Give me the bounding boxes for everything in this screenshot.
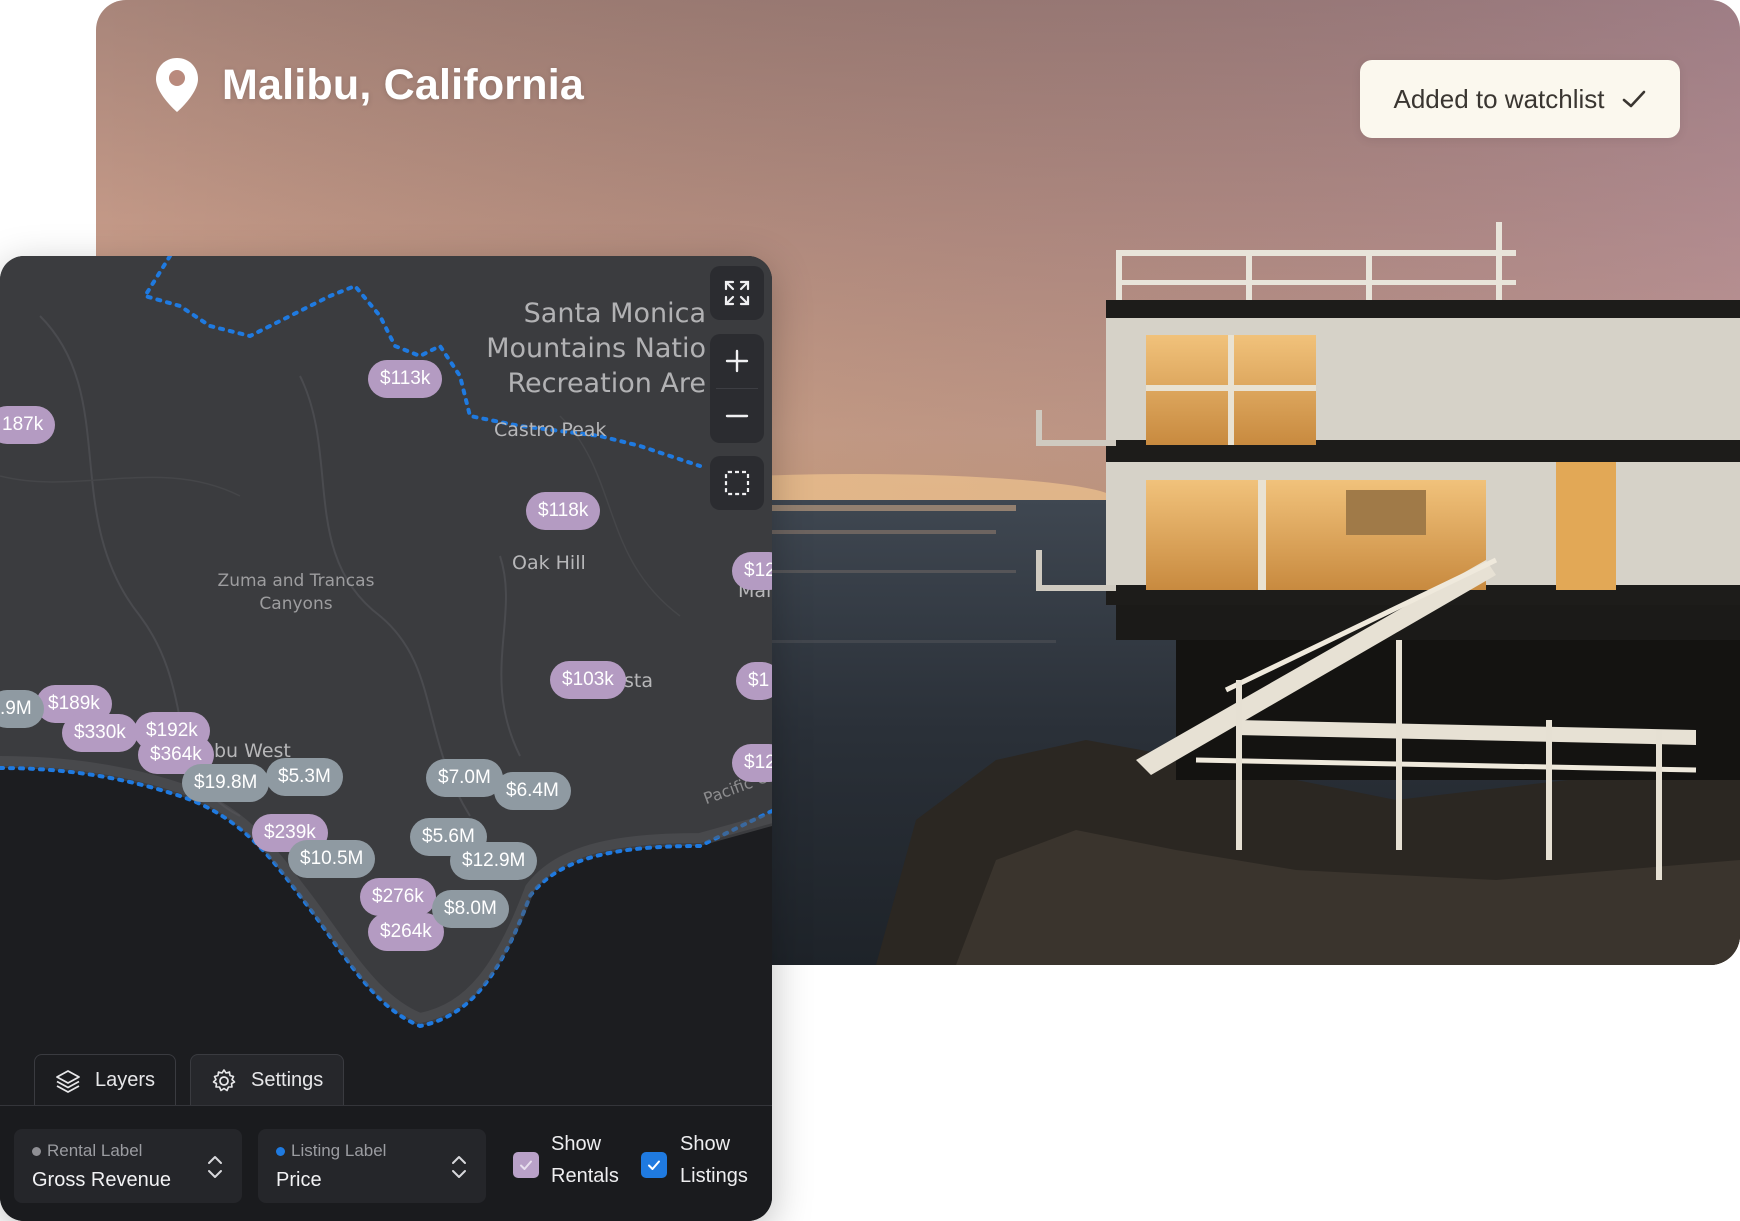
rental-marker[interactable]: $103k [550, 661, 626, 699]
listing-marker[interactable]: $8.0M [432, 890, 509, 928]
listing-label-title: Listing Label [291, 1141, 387, 1160]
rental-marker[interactable]: $12 [732, 744, 772, 782]
rental-marker[interactable]: $118k [526, 492, 601, 530]
show-listings-label: Show Listings [680, 1133, 748, 1187]
checkmark-icon [520, 1160, 532, 1170]
tab-layers[interactable]: Layers [34, 1054, 177, 1106]
checkmark-icon [648, 1160, 660, 1170]
listing-marker[interactable]: $6.4M [494, 772, 571, 810]
gear-icon [212, 1068, 236, 1091]
map-label-canyons: Canyons [259, 594, 333, 614]
rental-marker[interactable]: $113k [368, 360, 443, 398]
listing-dot [276, 1146, 285, 1156]
map-label-vista: sta [624, 670, 653, 692]
selection-control [710, 456, 764, 510]
map-label-recreation: Recreation Are [507, 368, 706, 399]
map-label-oak-hill: Oak Hill [512, 552, 586, 574]
zoom-out-button[interactable] [710, 389, 764, 443]
location-pin-icon [156, 58, 198, 112]
zoom-in-button[interactable] [710, 334, 764, 388]
watchlist-button[interactable]: Added to watchlist [1360, 60, 1680, 138]
listing-marker[interactable]: $12.9M [450, 842, 538, 880]
map-panel: Santa Monica Mountains Natio Recreation … [0, 256, 772, 1221]
listing-marker[interactable]: .9M [0, 690, 44, 728]
show-listings-checkbox[interactable] [641, 1152, 667, 1178]
rental-marker[interactable]: 187k [0, 406, 56, 444]
rental-marker[interactable]: $330k [62, 714, 138, 752]
listing-marker[interactable]: $19.8M [182, 764, 270, 802]
rental-dot [32, 1146, 41, 1156]
rental-marker[interactable]: $1 [736, 662, 772, 700]
tab-settings-label: Settings [251, 1069, 324, 1091]
panel-tabs: Layers Settings [34, 1054, 345, 1106]
location-header: Malibu, California [154, 56, 584, 114]
map-label-zuma: Zuma and Trancas [217, 571, 375, 591]
chevron-updown-icon [452, 1156, 466, 1178]
listing-marker[interactable]: $10.5M [288, 840, 376, 878]
rental-marker[interactable]: $264k [368, 913, 444, 951]
rental-label-title: Rental Label [47, 1141, 143, 1160]
fullscreen-control [710, 266, 764, 320]
fullscreen-button[interactable] [710, 266, 764, 320]
listing-label-select[interactable]: Listing Label Price [258, 1129, 486, 1203]
plus-icon [725, 349, 749, 373]
listing-label-value: Price [276, 1169, 322, 1191]
location-title: Malibu, California [222, 60, 584, 109]
minus-icon [725, 414, 749, 418]
chevron-updown-icon [208, 1156, 222, 1178]
show-rentals-label: Show Rentals [551, 1133, 619, 1187]
watchlist-label: Added to watchlist [1393, 83, 1605, 114]
tab-layers-label: Layers [95, 1069, 156, 1091]
tab-settings[interactable]: Settings [190, 1054, 345, 1106]
area-select-button[interactable] [710, 456, 764, 510]
rental-marker[interactable]: $276k [360, 878, 436, 916]
checkmark-icon [1622, 90, 1645, 108]
rental-label-select[interactable]: Rental Label Gross Revenue [14, 1129, 242, 1203]
listing-marker[interactable]: $5.3M [266, 758, 343, 796]
zoom-control [710, 334, 764, 443]
expand-icon [724, 280, 750, 306]
map-label-santa-monica: Santa Monica [523, 298, 706, 329]
map-canvas[interactable]: Santa Monica Mountains Natio Recreation … [0, 256, 772, 1056]
rental-label-value: Gross Revenue [32, 1169, 171, 1191]
layers-icon [56, 1069, 80, 1093]
rental-marker[interactable]: $12 [732, 552, 772, 590]
map-label-mountains: Mountains Natio [486, 333, 706, 364]
map-label-castro-peak: Castro Peak [494, 419, 607, 441]
listing-marker[interactable]: $7.0M [426, 759, 503, 797]
layer-controls: Rental Label Gross Revenue Listing Label… [0, 1105, 772, 1221]
dashed-square-icon [724, 470, 750, 496]
show-rentals-checkbox[interactable] [513, 1152, 539, 1178]
